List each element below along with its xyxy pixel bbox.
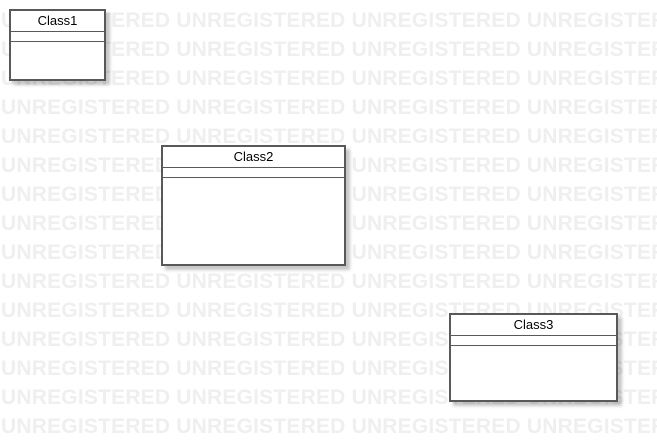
watermark-row: UNREGISTERED UNREGISTERED UNREGISTERED U… bbox=[1, 270, 657, 293]
attributes-compartment[interactable] bbox=[11, 32, 104, 42]
attributes-compartment[interactable] bbox=[451, 336, 616, 346]
watermark-row: UNREGISTERED UNREGISTERED UNREGISTERED U… bbox=[1, 125, 657, 148]
uml-class-class2[interactable]: Class2 bbox=[161, 145, 346, 266]
class-name[interactable]: Class1 bbox=[11, 11, 104, 32]
operations-compartment[interactable] bbox=[163, 178, 344, 264]
uml-class-class1[interactable]: Class1 bbox=[9, 9, 106, 81]
operations-compartment[interactable] bbox=[451, 346, 616, 400]
watermark-row: UNREGISTERED UNREGISTERED UNREGISTERED U… bbox=[1, 96, 657, 119]
attributes-compartment[interactable] bbox=[163, 168, 344, 178]
class-name[interactable]: Class3 bbox=[451, 315, 616, 336]
operations-compartment[interactable] bbox=[11, 42, 104, 79]
class-name[interactable]: Class2 bbox=[163, 147, 344, 168]
uml-class-class3[interactable]: Class3 bbox=[449, 313, 618, 402]
watermark-row: UNREGISTERED UNREGISTERED UNREGISTERED U… bbox=[1, 415, 657, 438]
